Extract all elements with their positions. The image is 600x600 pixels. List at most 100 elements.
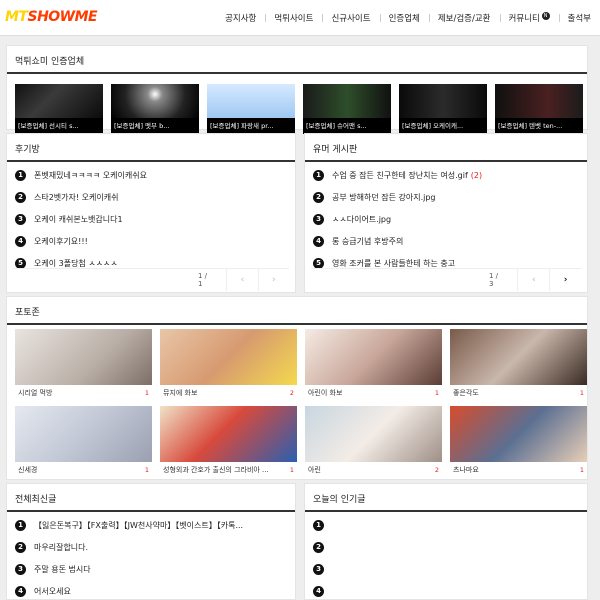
cert-thumbnail xyxy=(15,84,103,118)
nav-report[interactable]: 제보/검증/교환 xyxy=(428,12,500,24)
list-item[interactable]: 1 xyxy=(313,514,579,536)
list-item[interactable]: 4 xyxy=(313,580,579,600)
cert-thumbnail xyxy=(399,84,487,118)
list-item[interactable]: 3 ㅅㅅ다이어트.jpg xyxy=(313,208,579,230)
cert-caption: [보증업체] 오케이캐... xyxy=(399,118,487,134)
rank-badge: 1 xyxy=(313,519,324,531)
page-indicator: 1 / 3 xyxy=(489,271,499,288)
rank-badge: 5 xyxy=(313,257,324,269)
photo-thumbnail xyxy=(450,406,587,462)
rank-badge: 3 xyxy=(313,563,324,575)
cert-card[interactable]: [보증업체] 멧부 b... xyxy=(111,84,199,134)
rank-badge: 4 xyxy=(313,585,324,597)
list-item[interactable]: 1 폰벳재밌네ㅋㅋㅋㅋ 오케이캐쉬요 xyxy=(15,164,287,186)
list-item[interactable]: 3 오케이 캐쉬본노뱃갑니다1 xyxy=(15,208,287,230)
post-title: 오케이 3폴당첨 ㅅㅅㅅㅅ xyxy=(34,258,118,268)
list-item[interactable]: 1 수업 중 잠든 친구한테 장난치는 여성.gif (2) xyxy=(313,164,579,186)
cert-thumbnail xyxy=(495,84,583,118)
photo-grid: 시리얼 먹방 1 뮤지에 화보 2 아린이 화보 1 좋은각도 1 신세경 1 성형외과 … xyxy=(15,329,591,477)
cert-card[interactable]: [보증업체] 슈어맨 s... xyxy=(303,84,391,134)
photo-card[interactable]: 뮤지에 화보 2 xyxy=(160,329,297,400)
panel-title: 오늘의 인기글 xyxy=(305,484,587,512)
photo-thumbnail xyxy=(305,329,442,385)
cert-card[interactable]: [보증업체] 선시티 s... xyxy=(15,84,103,134)
cert-thumbnail xyxy=(207,84,295,118)
chevron-right-icon[interactable]: › xyxy=(549,268,581,291)
panel-title: 후기방 xyxy=(7,134,295,162)
post-title: 수업 중 잠든 친구한테 장난치는 여성.gif xyxy=(332,170,468,180)
list-item[interactable]: 2 공부 방해하던 잠든 강아지.jpg xyxy=(313,186,579,208)
post-title: 오케이 캐쉬본노뱃갑니다1 xyxy=(34,214,123,224)
list-item[interactable]: 4 오케이후기요!!! xyxy=(15,230,287,252)
nav-community[interactable]: 커뮤니티 N xyxy=(499,12,559,24)
humor-list: 1 수업 중 잠든 친구한테 장난치는 여성.gif (2) 2 공부 방해하던 잠든… xyxy=(313,164,579,274)
panel-title: 먹튀쇼미 인증업체 xyxy=(7,46,587,74)
pagination: 1 / 1 ‹ › xyxy=(13,268,289,291)
photo-title: 시리얼 먹방 xyxy=(18,388,53,397)
nav-scam-sites[interactable]: 먹튀사이트 xyxy=(265,12,322,24)
photo-card[interactable]: 아린 2 xyxy=(305,406,442,477)
panel-title: 유머 게시판 xyxy=(305,134,587,162)
post-title: 【잃은돈복구】【FX출력】【JW천사약마】【벳이스트】【카톡... xyxy=(34,520,244,530)
photo-card[interactable]: 시리얼 먹방 1 xyxy=(15,329,152,400)
photo-thumbnail xyxy=(450,329,587,385)
post-title: 폰벳재밌네ㅋㅋㅋㅋ 오케이캐쉬요 xyxy=(34,170,147,180)
list-item[interactable]: 2 스타2벳가자! 오케이캐쉬 xyxy=(15,186,287,208)
site-header: MTSHOWME 공지사항 먹튀사이트 신규사이트 인증업체 제보/검증/교환 … xyxy=(0,0,600,36)
rank-badge: 2 xyxy=(15,541,26,553)
cert-card[interactable]: [보증업체] 파랑새 pr... xyxy=(207,84,295,134)
chevron-right-icon[interactable]: › xyxy=(257,268,289,291)
page-indicator: 1 / 1 xyxy=(198,271,208,288)
list-item[interactable]: 3 주말 용돈 법시다 xyxy=(15,558,287,580)
cert-card[interactable]: [보증업체] 텐벳 ten-... xyxy=(495,84,583,134)
list-item[interactable]: 2 마우리잘합니다. xyxy=(15,536,287,558)
post-title: 공부 방해하던 잠든 강아지.jpg xyxy=(332,192,436,202)
nav-certified[interactable]: 인증업체 xyxy=(379,12,429,24)
chevron-left-icon[interactable]: ‹ xyxy=(517,268,549,291)
post-title: 스타2벳가자! 오케이캐쉬 xyxy=(34,192,119,202)
comment-count: 1 xyxy=(579,388,584,397)
humor-panel: 유머 게시판 1 수업 중 잠든 친구한테 장난치는 여성.gif (2) 2 공부 … xyxy=(304,133,588,293)
photo-card[interactable]: 좋은각도 1 xyxy=(450,329,587,400)
main-nav: 공지사항 먹튀사이트 신규사이트 인증업체 제보/검증/교환 커뮤니티 N 출석부 xyxy=(216,0,600,36)
photo-thumbnail xyxy=(160,329,297,385)
nav-notice[interactable]: 공지사항 xyxy=(216,12,265,24)
rank-badge: 2 xyxy=(313,191,324,203)
panel-title: 포토존 xyxy=(7,297,587,325)
rank-badge: 2 xyxy=(313,541,324,553)
cert-caption: [보증업체] 멧부 b... xyxy=(111,118,199,134)
photo-title: 아린 xyxy=(308,465,321,474)
rank-badge: 3 xyxy=(15,563,26,575)
reviews-panel: 후기방 1 폰벳재밌네ㅋㅋㅋㅋ 오케이캐쉬요 2 스타2벳가자! 오케이캐쉬 3 오케… xyxy=(6,133,296,293)
photo-title: 뮤지에 화보 xyxy=(163,388,198,397)
photo-thumbnail xyxy=(15,406,152,462)
cert-thumbnail xyxy=(111,84,199,118)
nav-attendance[interactable]: 출석부 xyxy=(558,12,600,24)
cert-caption: [보증업체] 선시티 s... xyxy=(15,118,103,134)
post-title: 어서오세요 xyxy=(34,586,71,596)
rank-badge: 3 xyxy=(313,213,324,225)
photo-title: 성형외과 간호가 출신의 그라비아 ... xyxy=(163,465,269,474)
photo-card[interactable]: 성형외과 간호가 출신의 그라비아 ... 1 xyxy=(160,406,297,477)
list-item[interactable]: 2 xyxy=(313,536,579,558)
chevron-left-icon[interactable]: ‹ xyxy=(226,268,257,291)
list-item[interactable]: 4 롱 승급기념 후방주의 xyxy=(313,230,579,252)
cert-caption: [보증업체] 파랑새 pr... xyxy=(207,118,295,134)
latest-list: 1 【잃은돈복구】【FX출력】【JW천사약마】【벳이스트】【카톡... 2 마우리잘… xyxy=(15,514,287,600)
list-item[interactable]: 3 xyxy=(313,558,579,580)
nav-new-sites[interactable]: 신규사이트 xyxy=(322,12,379,24)
photo-card[interactable]: 아린이 화보 1 xyxy=(305,329,442,400)
list-item[interactable]: 1 【잃은돈복구】【FX출력】【JW천사약마】【벳이스트】【카톡... xyxy=(15,514,287,536)
photo-card[interactable]: 신세경 1 xyxy=(15,406,152,477)
popular-list: 1 2 3 4 xyxy=(313,514,579,600)
comment-count: 1 xyxy=(289,465,294,474)
cert-caption: [보증업체] 슈어맨 s... xyxy=(303,118,391,134)
photo-card[interactable]: 츠나마요 1 xyxy=(450,406,587,477)
cert-card[interactable]: [보증업체] 오케이캐... xyxy=(399,84,487,134)
list-item[interactable]: 4 어서오세요 xyxy=(15,580,287,600)
photo-title: 츠나마요 xyxy=(453,465,479,474)
post-title: 마우리잘합니다. xyxy=(34,542,89,552)
site-logo[interactable]: MTSHOWME xyxy=(5,9,98,25)
latest-posts-panel: 전체최신글 1 【잃은돈복구】【FX출력】【JW천사약마】【벳이스트】【카톡...… xyxy=(6,483,296,600)
photo-title: 좋은각도 xyxy=(453,388,479,397)
